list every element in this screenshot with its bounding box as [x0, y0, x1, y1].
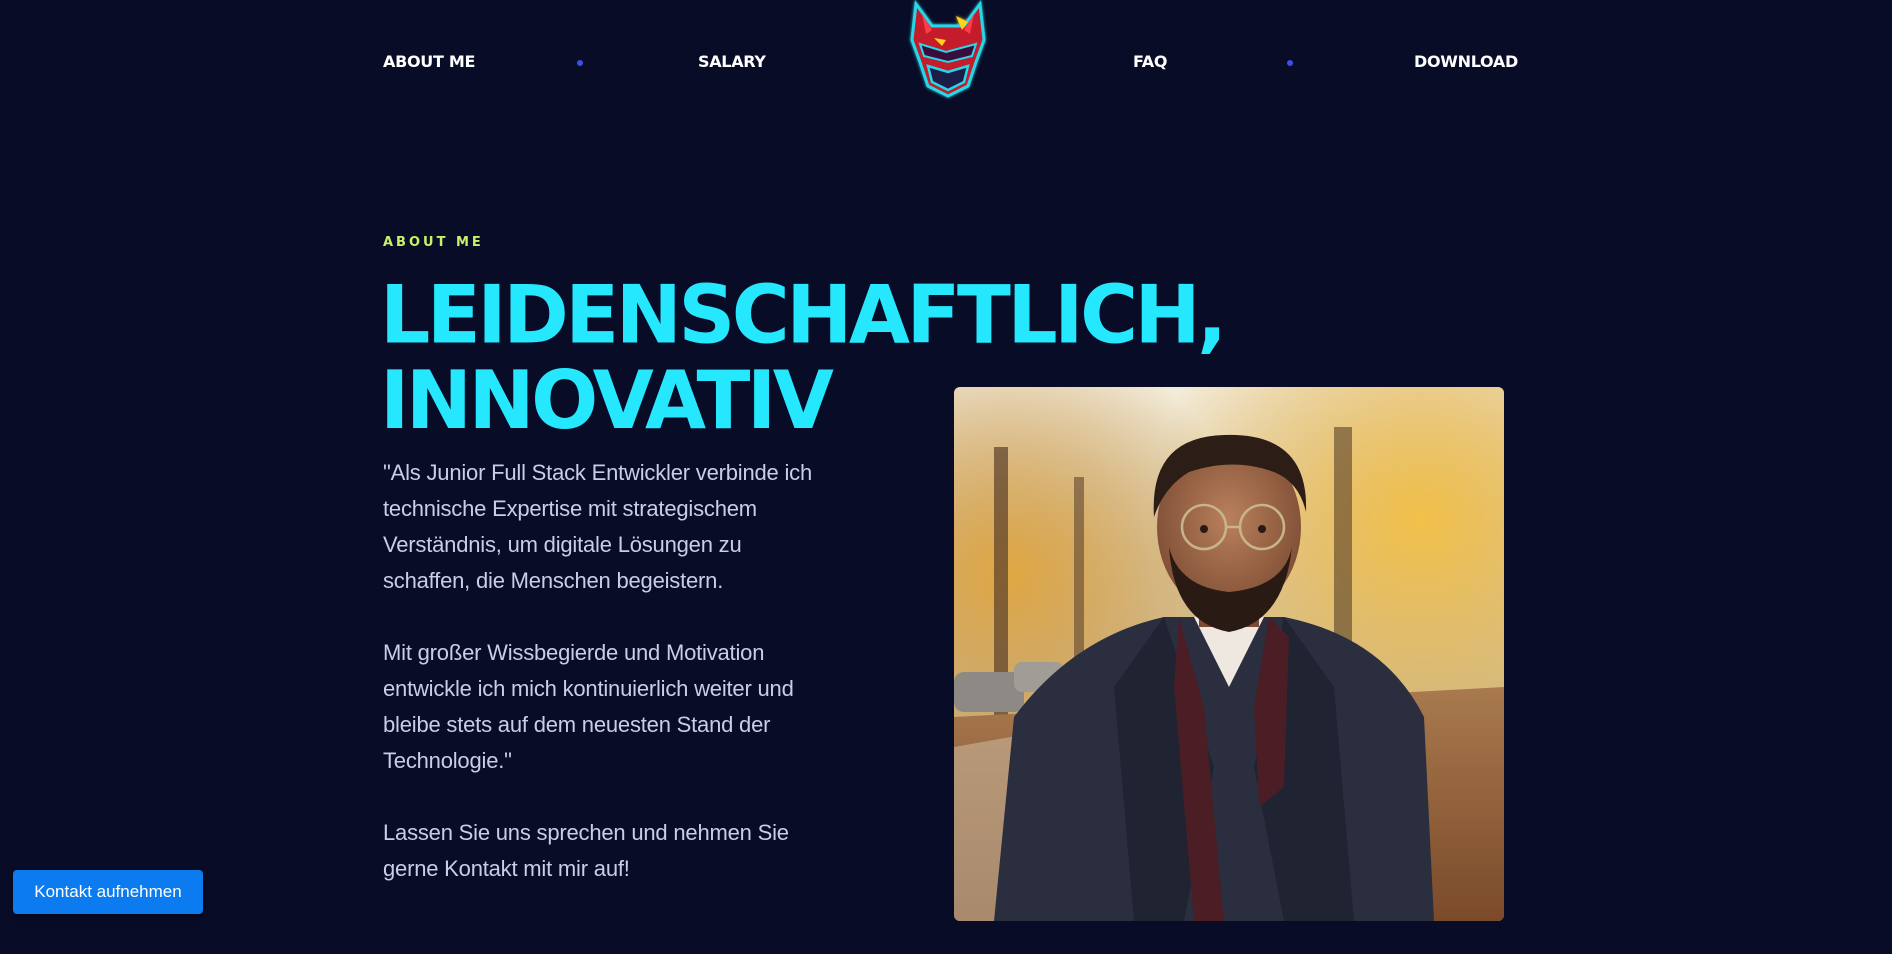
top-nav: ABOUT ME SALARY FAQ DOWNLOAD — [0, 0, 1892, 120]
about-paragraph-1: "Als Junior Full Stack Entwickler verbin… — [383, 460, 812, 593]
nav-salary[interactable]: SALARY — [698, 52, 766, 71]
portrait-photo — [954, 387, 1504, 921]
nav-about-me[interactable]: ABOUT ME — [383, 52, 475, 71]
contact-button[interactable]: Kontakt aufnehmen — [13, 870, 203, 914]
about-paragraph-3: Lassen Sie uns sprechen und nehmen Sie g… — [383, 820, 789, 881]
about-paragraph-2: Mit großer Wissbegierde und Motivation e… — [383, 640, 794, 773]
headline-line-1: LEIDENSCHAFTLICH, — [380, 267, 1227, 362]
nav-separator-dot — [577, 60, 583, 66]
section-eyebrow: ABOUT ME — [383, 235, 484, 250]
fox-mask-logo-icon[interactable] — [906, 0, 990, 100]
nav-faq[interactable]: FAQ — [1133, 52, 1167, 71]
fox-mask-logo-icon-graphic — [910, 0, 986, 98]
portrait-illustration — [954, 387, 1504, 921]
nav-download[interactable]: DOWNLOAD — [1414, 52, 1518, 71]
about-text: "Als Junior Full Stack Entwickler verbin… — [383, 455, 833, 923]
nav-separator-dot — [1287, 60, 1293, 66]
page: ABOUT ME SALARY FAQ DOWNLOAD ABOUT ME LE… — [0, 0, 1892, 954]
